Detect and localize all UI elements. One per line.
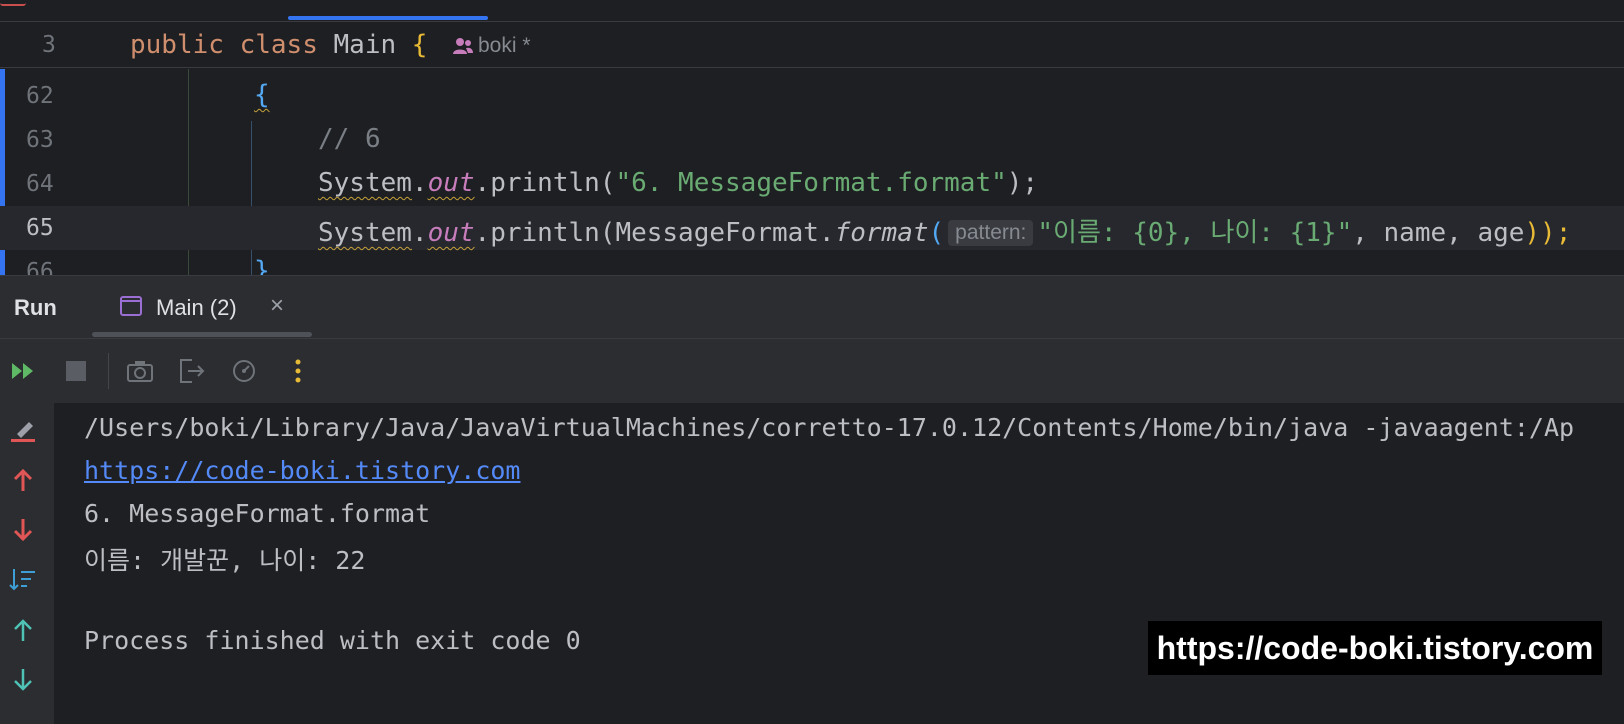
console-toolbar (0, 403, 54, 724)
code-line[interactable]: 64 System.out.println("6. MessageFormat.… (0, 162, 1624, 206)
sticky-line-header[interactable]: 3 public class Main { boki * (0, 23, 1624, 68)
code-line[interactable]: 66 } (0, 250, 1624, 275)
console-line-command: /Users/boki/Library/Java/JavaVirtualMach… (84, 413, 1575, 442)
class-declaration: public class Main { (130, 30, 428, 60)
run-title: Run (14, 295, 57, 320)
watermark: https://code-boki.tistory.com (1148, 621, 1602, 675)
code-line[interactable]: 62 { (0, 74, 1624, 118)
close-icon[interactable]: × (270, 292, 284, 320)
editor-tab-strip (0, 0, 1624, 22)
code-line-current[interactable]: 65 System.out.println(MessageFormat.form… (0, 206, 1624, 250)
error-tab-marker (0, 0, 26, 6)
code-line[interactable]: 63 // 6 (0, 118, 1624, 162)
run-toolbar (0, 339, 1624, 403)
console-icon (120, 296, 142, 316)
soft-wrap-icon[interactable] (8, 565, 38, 595)
profiler-icon[interactable] (230, 357, 258, 385)
scroll-up-icon[interactable] (8, 615, 38, 645)
code-editor[interactable]: 62 { 63 // 6 64 System.out.println("6. M… (0, 69, 1624, 275)
tab-active-indicator (92, 332, 312, 337)
up-arrow-icon[interactable] (8, 465, 38, 495)
author-inlay-hint[interactable]: boki * (452, 34, 531, 58)
toolbar-separator (108, 353, 109, 389)
console-line-link[interactable]: https://code-boki.tistory.com (84, 456, 521, 485)
line-number: 3 (42, 32, 56, 58)
console-output[interactable]: /Users/boki/Library/Java/JavaVirtualMach… (0, 403, 1624, 724)
scroll-down-icon[interactable] (8, 665, 38, 695)
users-icon (453, 38, 473, 54)
camera-icon[interactable] (126, 357, 154, 385)
active-tab-indicator (288, 16, 488, 20)
console-line: 6. MessageFormat.format (84, 499, 431, 528)
tab-main-2[interactable]: Main (2) × (92, 276, 312, 340)
println-statement: System.out.println("6. MessageFormat.for… (318, 168, 1039, 198)
println-statement: System.out.println(MessageFormat.format(… (318, 218, 1572, 248)
clear-icon[interactable] (8, 415, 38, 445)
run-tool-window-header: Run Main (2) × (0, 275, 1624, 339)
exit-icon[interactable] (178, 357, 206, 385)
down-arrow-icon[interactable] (8, 515, 38, 545)
stop-icon[interactable] (62, 357, 90, 385)
console-line: 이름: 개발꾼, 나이: 22 (84, 546, 366, 575)
console-line-exit: Process finished with exit code 0 (84, 626, 581, 655)
rerun-icon[interactable] (10, 357, 38, 385)
tab-label: Main (2) (156, 295, 237, 320)
author-name: boki * (478, 34, 531, 57)
parameter-hint: pattern: (948, 220, 1034, 246)
more-icon[interactable] (284, 357, 312, 385)
